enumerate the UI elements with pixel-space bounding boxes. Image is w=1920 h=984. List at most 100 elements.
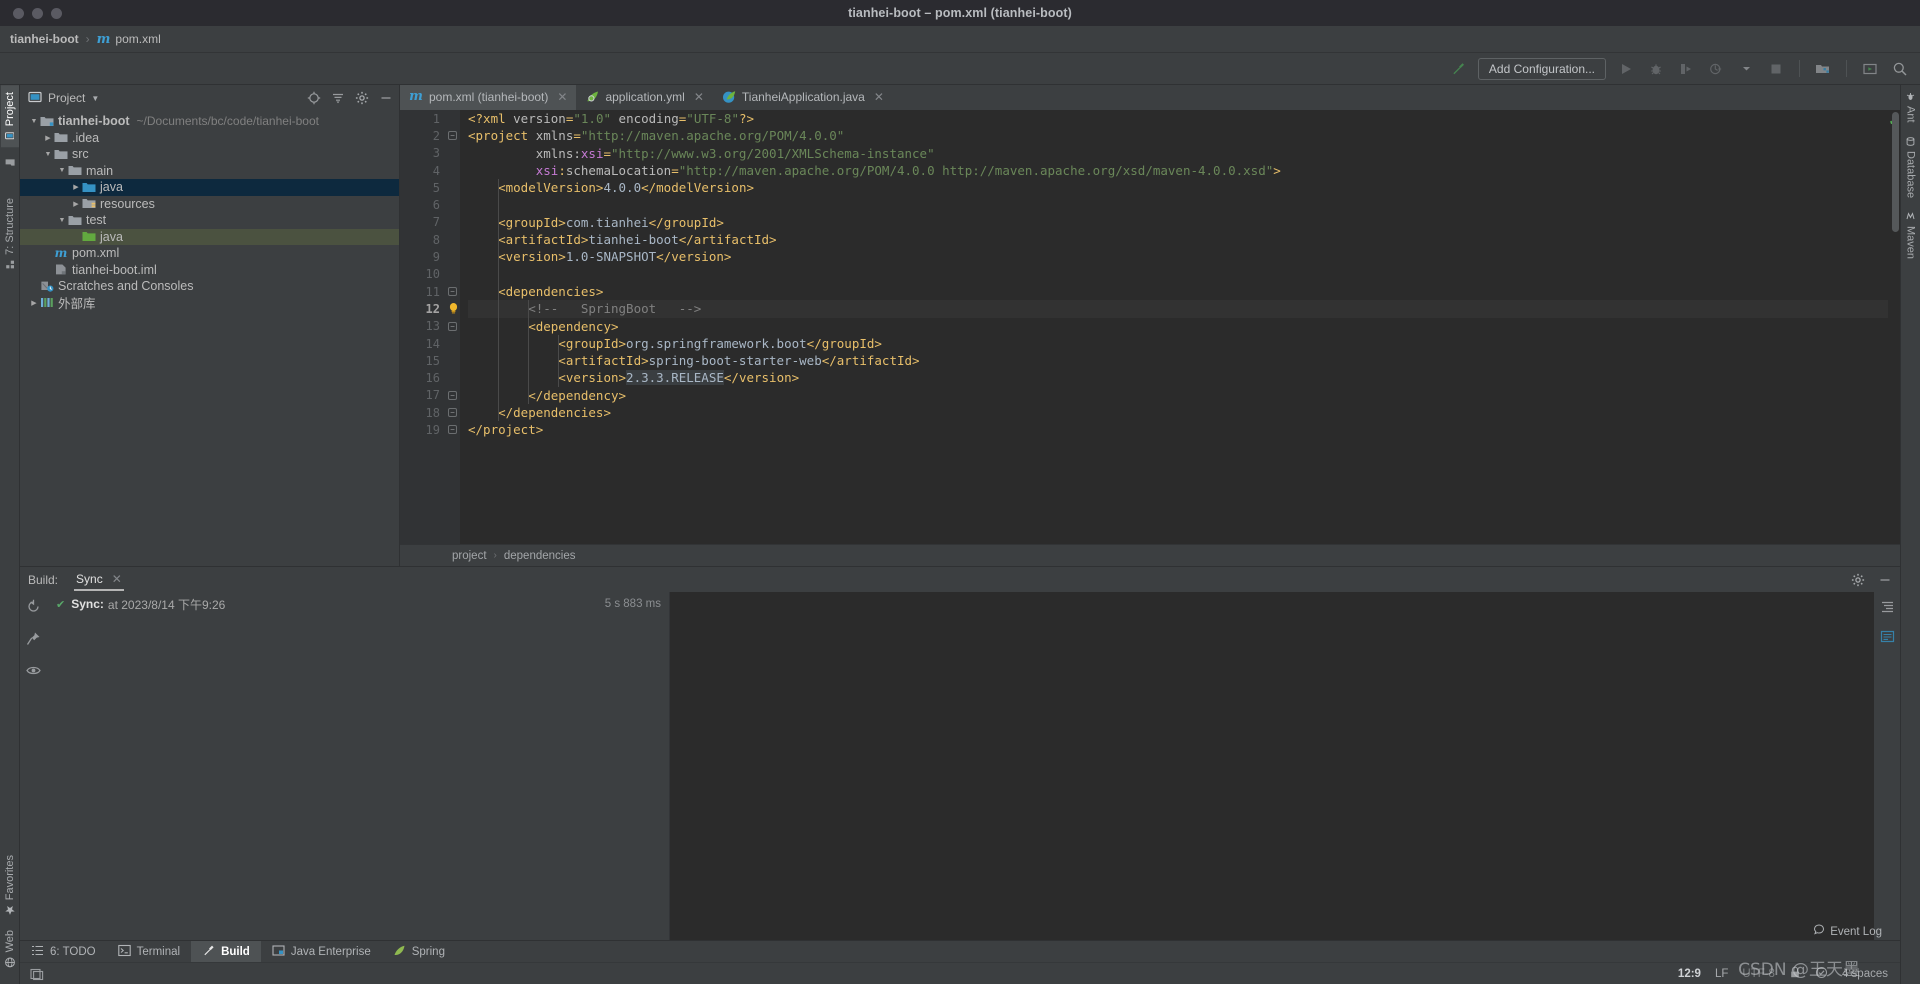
toggle-view-icon[interactable] xyxy=(1879,628,1895,644)
fold-marker[interactable]: − xyxy=(448,408,457,418)
sidebar-item-project[interactable]: Project xyxy=(0,85,19,148)
fold-marker[interactable]: − xyxy=(448,321,457,331)
sidebar-item-ant[interactable]: Ant xyxy=(1902,85,1920,130)
code-line[interactable]: <groupId>com.tianhei</groupId> xyxy=(468,214,1888,231)
build-console-output[interactable] xyxy=(670,592,1874,940)
navbar-file[interactable]: pom.xml xyxy=(115,32,160,46)
sidebar-item-structure[interactable]: 7: Structure xyxy=(1,191,19,276)
editor-tab-application-yml[interactable]: application.yml ✕ xyxy=(576,85,712,110)
minimize-icon[interactable] xyxy=(1877,572,1892,587)
close-icon[interactable]: ✕ xyxy=(694,90,704,104)
run-icon[interactable] xyxy=(1616,59,1636,79)
navbar-project[interactable]: tianhei-boot xyxy=(10,32,79,46)
status-tool-todo[interactable]: 6: TODO xyxy=(20,941,107,963)
chevron-right-icon[interactable]: ▶ xyxy=(70,200,82,208)
code-line[interactable]: <!-- SpringBoot --> xyxy=(468,300,1888,318)
code-line[interactable]: </project> xyxy=(468,421,1888,438)
hammer-icon[interactable] xyxy=(1448,59,1468,79)
rerun-icon[interactable] xyxy=(25,598,41,614)
gear-icon[interactable] xyxy=(1850,572,1865,587)
code-line[interactable]: <artifactId>spring-boot-starter-web</art… xyxy=(468,352,1888,369)
sidebar-item-maven[interactable]: Maven xyxy=(1902,205,1920,266)
debug-icon[interactable] xyxy=(1646,59,1666,79)
caret-position[interactable]: 12:9 xyxy=(1678,968,1701,980)
editor-marker-rail[interactable]: ✔ xyxy=(1888,110,1900,544)
code-line[interactable]: <version>1.0-SNAPSHOT</version> xyxy=(468,248,1888,265)
chevron-right-icon[interactable]: ▶ xyxy=(28,299,40,307)
line-separator[interactable]: LF xyxy=(1715,968,1728,980)
fold-marker[interactable]: − xyxy=(448,390,457,400)
chevron-down-icon[interactable] xyxy=(1736,59,1756,79)
tree-item-test[interactable]: ▼ test xyxy=(20,212,399,229)
profiler-icon[interactable] xyxy=(1706,59,1726,79)
code-line[interactable] xyxy=(468,266,1888,283)
code-line[interactable]: xsi:schemaLocation="http://maven.apache.… xyxy=(468,162,1888,179)
inspection-icon[interactable] xyxy=(1815,966,1828,982)
chevron-down-icon[interactable]: ▼ xyxy=(91,94,99,103)
code-line[interactable]: <dependencies> xyxy=(468,283,1888,300)
tree-item-src[interactable]: ▼ src xyxy=(20,146,399,163)
indent-setting[interactable]: 4 spaces xyxy=(1842,968,1888,980)
chevron-down-icon[interactable]: ▼ xyxy=(56,167,68,174)
add-configuration-button[interactable]: Add Configuration... xyxy=(1477,57,1606,80)
updates-icon[interactable] xyxy=(1860,59,1880,79)
close-icon[interactable]: ✕ xyxy=(557,90,567,104)
code-folding-gutter[interactable]: − − − − − − xyxy=(446,110,460,544)
code-line[interactable] xyxy=(468,196,1888,213)
code-line[interactable]: <project xmlns="http://maven.apache.org/… xyxy=(468,127,1888,144)
code-line[interactable]: xmlns:xsi="http://www.w3.org/2001/XMLSch… xyxy=(468,145,1888,162)
code-line[interactable]: <groupId>org.springframework.boot</group… xyxy=(468,335,1888,352)
sidebar-item-database[interactable]: Database xyxy=(1902,130,1920,205)
project-structure-icon[interactable] xyxy=(1813,59,1833,79)
tree-item-pom-xml[interactable]: m pom.xml xyxy=(20,245,399,262)
code-line[interactable]: <dependency> xyxy=(468,318,1888,335)
chevron-down-icon[interactable]: ▼ xyxy=(42,151,54,158)
run-with-coverage-icon[interactable] xyxy=(1676,59,1696,79)
editor-tab-pom-xml[interactable]: m pom.xml (tianhei-boot) ✕ xyxy=(400,85,577,110)
tree-item-java[interactable]: java xyxy=(20,228,399,245)
sidebar-item-web[interactable]: Web xyxy=(1,923,19,974)
chevron-down-icon[interactable]: ▼ xyxy=(56,217,68,224)
tree-item-scratches-and-consoles[interactable]: Scratches and Consoles xyxy=(20,278,399,295)
code-line[interactable]: </dependency> xyxy=(468,387,1888,404)
pin-icon[interactable] xyxy=(25,630,41,646)
editor-scrollbar-thumb[interactable] xyxy=(1892,112,1899,232)
chevron-down-icon[interactable]: ▼ xyxy=(28,118,40,125)
code-line[interactable]: <version>2.3.3.RELEASE</version> xyxy=(468,369,1888,386)
code-line[interactable]: <?xml version="1.0" encoding="UTF-8"?> xyxy=(468,110,1888,127)
fold-marker[interactable]: − xyxy=(448,287,457,296)
lightbulb-icon[interactable] xyxy=(447,302,459,315)
lock-icon[interactable] xyxy=(1789,966,1801,982)
file-encoding[interactable]: UTF-8 xyxy=(1742,968,1775,980)
stop-icon[interactable] xyxy=(1766,59,1786,79)
tree-item-java[interactable]: ▶ java xyxy=(20,179,399,196)
tree-item--idea[interactable]: ▶ .idea xyxy=(20,130,399,147)
event-log-button[interactable]: Event Log xyxy=(1813,924,1882,939)
tree-item-外部库[interactable]: ▶ 外部库 xyxy=(20,295,399,311)
close-icon[interactable]: ✕ xyxy=(112,572,122,586)
close-icon[interactable]: ✕ xyxy=(874,90,884,104)
select-opened-file-icon[interactable] xyxy=(306,91,321,106)
build-tab-sync[interactable]: Sync ✕ xyxy=(74,568,124,591)
tree-item-resources[interactable]: ▶ resources xyxy=(20,196,399,213)
build-row-sync[interactable]: ✔ Sync: at 2023/8/14 下午9:26 5 s 883 ms xyxy=(46,595,669,613)
collapse-all-icon[interactable] xyxy=(330,91,345,106)
editor-tab-TianheiApplication-java[interactable]: TianheiApplication.java ✕ xyxy=(713,85,893,110)
tree-item-main[interactable]: ▼ main xyxy=(20,163,399,180)
search-icon[interactable] xyxy=(1890,59,1910,79)
breadcrumb-dependencies[interactable]: dependencies xyxy=(504,550,576,562)
status-tool-spring[interactable]: Spring xyxy=(382,941,456,963)
tree-item-tianhei-boot[interactable]: ▼ tianhei-boot ~/Documents/bc/code/tianhei… xyxy=(20,113,399,130)
eye-icon[interactable] xyxy=(25,662,41,678)
breadcrumb-project[interactable]: project xyxy=(452,550,487,562)
status-tool-java-enterprise[interactable]: Java Enterprise xyxy=(261,941,382,963)
gear-icon[interactable] xyxy=(354,91,369,106)
status-tool-terminal[interactable]: Terminal xyxy=(107,941,191,963)
code-line[interactable]: </dependencies> xyxy=(468,404,1888,421)
layout-icon[interactable] xyxy=(20,967,44,981)
build-output-tree[interactable]: ✔ Sync: at 2023/8/14 下午9:26 5 s 883 ms xyxy=(46,592,670,940)
fold-marker[interactable]: − xyxy=(448,425,457,435)
status-tool-build[interactable]: Build xyxy=(191,940,261,963)
chevron-right-icon[interactable]: ▶ xyxy=(42,134,54,142)
sidebar-item-favorites[interactable]: Favorites xyxy=(1,848,19,922)
